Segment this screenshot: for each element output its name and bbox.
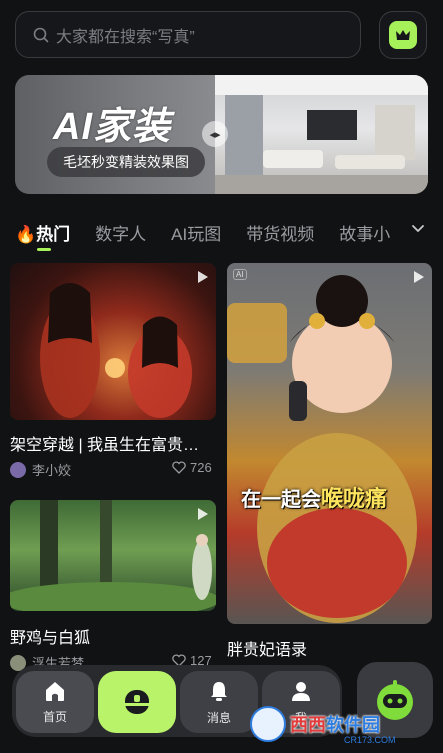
like-button[interactable]: 726	[172, 460, 212, 475]
caption-highlight: 喉咙痛	[321, 486, 388, 511]
tab-ai-image[interactable]: AI玩图	[171, 220, 221, 245]
author-name: 李小姣	[32, 463, 72, 478]
user-icon	[292, 681, 310, 701]
search-input[interactable]: 大家都在搜索“写真”	[15, 11, 361, 58]
heart-icon	[172, 461, 186, 474]
banner-title: AI家装	[53, 106, 172, 148]
feed-card-title[interactable]: 野鸡与白狐	[10, 624, 90, 648]
watermark-logo	[250, 706, 286, 742]
feed-card-image[interactable]: AI 在一起会喉咙痛	[227, 263, 432, 624]
create-icon	[125, 690, 149, 714]
banner-after-image	[215, 75, 428, 194]
nav-home-label: 首页	[42, 709, 67, 724]
bell-icon	[211, 681, 227, 701]
nav-messages-label: 消息	[206, 710, 231, 725]
feed-card-title[interactable]: 架空穿越 | 我虽生在富贵…	[10, 431, 199, 455]
search-icon	[33, 27, 49, 42]
caption-text: 在一起会	[241, 489, 321, 511]
like-count: 726	[190, 460, 212, 475]
active-tab-indicator	[37, 247, 51, 251]
watermark-brand-a: 西西	[290, 715, 326, 735]
ai-tag: AI	[233, 269, 247, 280]
nav-create-button[interactable]	[98, 671, 176, 733]
watermark-url: CR173.COM	[344, 735, 396, 745]
search-placeholder: 大家都在搜索“写真”	[56, 28, 195, 46]
author-info[interactable]: 李小姣	[10, 460, 71, 479]
watermark-brand-b: 软件园	[326, 715, 380, 735]
vip-button[interactable]	[379, 11, 427, 59]
nav-messages[interactable]: 消息	[180, 671, 258, 733]
promo-banner[interactable]: AI家装 毛坯秒变精装效果图 ◂▸	[15, 75, 428, 194]
feed-card-image[interactable]	[10, 500, 216, 611]
video-caption: 在一起会喉咙痛	[241, 481, 387, 513]
feed-card-title[interactable]: 胖贵妃语录	[227, 636, 307, 660]
video-icon	[198, 271, 208, 283]
banner-subtitle: 毛坯秒变精装效果图	[47, 147, 205, 177]
tab-hot[interactable]: 🔥热门	[15, 220, 71, 251]
feed-card-image[interactable]	[10, 263, 216, 420]
tab-hot-label: 🔥热门	[15, 224, 71, 244]
tab-product-video[interactable]: 带货视频	[246, 220, 314, 245]
tab-digital-human[interactable]: 数字人	[95, 220, 146, 245]
chevron-down-icon[interactable]	[410, 221, 426, 237]
compare-slider-handle[interactable]: ◂▸	[202, 121, 228, 147]
video-icon	[414, 271, 424, 283]
watermark-text: 西西软件园	[290, 711, 380, 737]
crown-icon	[389, 21, 417, 49]
avatar	[10, 461, 26, 478]
category-tabs: 🔥热门 数字人 AI玩图 带货视频 故事小	[15, 214, 443, 251]
tab-story[interactable]: 故事小	[339, 220, 390, 245]
video-icon	[198, 508, 208, 520]
nav-home[interactable]: 首页	[16, 671, 94, 733]
home-icon	[46, 681, 64, 701]
